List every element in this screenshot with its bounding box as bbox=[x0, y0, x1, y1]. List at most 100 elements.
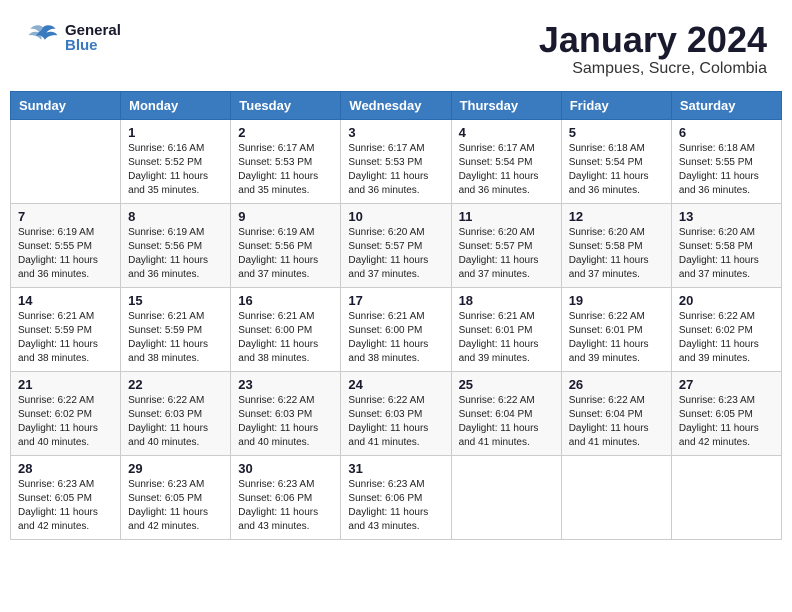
calendar-cell: 9 Sunrise: 6:19 AM Sunset: 5:56 PM Daylig… bbox=[231, 203, 341, 287]
calendar-cell: 25Sunrise: 6:22 AM Sunset: 6:04 PM Dayli… bbox=[451, 371, 561, 455]
day-number: 3 bbox=[348, 125, 443, 140]
calendar-cell: 8 Sunrise: 6:19 AM Sunset: 5:56 PM Daylig… bbox=[121, 203, 231, 287]
calendar-cell: 22Sunrise: 6:22 AM Sunset: 6:03 PM Dayli… bbox=[121, 371, 231, 455]
day-info: Sunrise: 6:22 AM Sunset: 6:03 PM Dayligh… bbox=[348, 394, 443, 450]
day-info: Sunrise: 6:23 AM Sunset: 6:05 PM Dayligh… bbox=[679, 394, 774, 450]
calendar-cell: 27 Sunrise: 6:23 AM Sunset: 6:05 PM Dayli… bbox=[671, 371, 781, 455]
day-number: 22 bbox=[128, 377, 223, 392]
calendar-cell: 10Sunrise: 6:20 AM Sunset: 5:57 PM Dayli… bbox=[341, 203, 451, 287]
day-number: 17 bbox=[348, 293, 443, 308]
calendar-cell bbox=[671, 455, 781, 539]
day-info: Sunrise: 6:17 AM Sunset: 5:53 PM Dayligh… bbox=[348, 142, 443, 198]
day-number: 16 bbox=[238, 293, 333, 308]
day-number: 19 bbox=[569, 293, 664, 308]
day-info: Sunrise: 6:18 AM Sunset: 5:54 PM Dayligh… bbox=[569, 142, 664, 198]
day-number: 27 bbox=[679, 377, 774, 392]
calendar-cell: 14 Sunrise: 6:21 AM Sunset: 5:59 PM Dayli… bbox=[11, 287, 121, 371]
day-number: 29 bbox=[128, 461, 223, 476]
day-number: 23 bbox=[238, 377, 333, 392]
day-number: 26 bbox=[569, 377, 664, 392]
calendar-cell: 17 Sunrise: 6:21 AM Sunset: 6:00 PM Dayli… bbox=[341, 287, 451, 371]
day-number: 6 bbox=[679, 125, 774, 140]
calendar-cell: 7 Sunrise: 6:19 AM Sunset: 5:55 PM Daylig… bbox=[11, 203, 121, 287]
day-number: 14 bbox=[18, 293, 113, 308]
calendar-cell: 28 Sunrise: 6:23 AM Sunset: 6:05 PM Dayli… bbox=[11, 455, 121, 539]
day-info: Sunrise: 6:16 AM Sunset: 5:52 PM Dayligh… bbox=[128, 142, 223, 198]
day-number: 28 bbox=[18, 461, 113, 476]
day-info: Sunrise: 6:23 AM Sunset: 6:06 PM Dayligh… bbox=[238, 478, 333, 534]
weekday-header-saturday: Saturday bbox=[671, 91, 781, 119]
calendar-header: SundayMondayTuesdayWednesdayThursdayFrid… bbox=[11, 91, 782, 119]
weekday-header-friday: Friday bbox=[561, 91, 671, 119]
week-row-3: 14 Sunrise: 6:21 AM Sunset: 5:59 PM Dayli… bbox=[11, 287, 782, 371]
day-number: 1 bbox=[128, 125, 223, 140]
day-info: Sunrise: 6:22 AM Sunset: 6:04 PM Dayligh… bbox=[459, 394, 554, 450]
weekday-header-row: SundayMondayTuesdayWednesdayThursdayFrid… bbox=[11, 91, 782, 119]
calendar-cell: 21Sunrise: 6:22 AM Sunset: 6:02 PM Dayli… bbox=[11, 371, 121, 455]
day-number: 11 bbox=[459, 209, 554, 224]
day-info: Sunrise: 6:18 AM Sunset: 5:55 PM Dayligh… bbox=[679, 142, 774, 198]
weekday-header-monday: Monday bbox=[121, 91, 231, 119]
calendar-cell bbox=[11, 119, 121, 203]
logo-general-text: General bbox=[65, 23, 121, 38]
day-info: Sunrise: 6:20 AM Sunset: 5:58 PM Dayligh… bbox=[569, 226, 664, 282]
calendar-cell: 30 Sunrise: 6:23 AM Sunset: 6:06 PM Dayli… bbox=[231, 455, 341, 539]
day-info: Sunrise: 6:22 AM Sunset: 6:01 PM Dayligh… bbox=[569, 310, 664, 366]
calendar-cell: 26Sunrise: 6:22 AM Sunset: 6:04 PM Dayli… bbox=[561, 371, 671, 455]
week-row-1: 1 Sunrise: 6:16 AM Sunset: 5:52 PM Daylig… bbox=[11, 119, 782, 203]
day-number: 20 bbox=[679, 293, 774, 308]
day-info: Sunrise: 6:21 AM Sunset: 6:00 PM Dayligh… bbox=[348, 310, 443, 366]
day-info: Sunrise: 6:22 AM Sunset: 6:03 PM Dayligh… bbox=[238, 394, 333, 450]
calendar-cell: 11 Sunrise: 6:20 AM Sunset: 5:57 PM Dayli… bbox=[451, 203, 561, 287]
logo-icon bbox=[25, 20, 61, 56]
day-info: Sunrise: 6:19 AM Sunset: 5:56 PM Dayligh… bbox=[128, 226, 223, 282]
calendar-cell: 4 Sunrise: 6:17 AM Sunset: 5:54 PM Daylig… bbox=[451, 119, 561, 203]
day-number: 4 bbox=[459, 125, 554, 140]
week-row-4: 21Sunrise: 6:22 AM Sunset: 6:02 PM Dayli… bbox=[11, 371, 782, 455]
day-number: 30 bbox=[238, 461, 333, 476]
day-info: Sunrise: 6:21 AM Sunset: 5:59 PM Dayligh… bbox=[18, 310, 113, 366]
day-number: 7 bbox=[18, 209, 113, 224]
day-number: 24 bbox=[348, 377, 443, 392]
calendar-cell: 3 Sunrise: 6:17 AM Sunset: 5:53 PM Daylig… bbox=[341, 119, 451, 203]
day-number: 12 bbox=[569, 209, 664, 224]
day-info: Sunrise: 6:20 AM Sunset: 5:58 PM Dayligh… bbox=[679, 226, 774, 282]
week-row-2: 7 Sunrise: 6:19 AM Sunset: 5:55 PM Daylig… bbox=[11, 203, 782, 287]
calendar-cell: 12 Sunrise: 6:20 AM Sunset: 5:58 PM Dayli… bbox=[561, 203, 671, 287]
day-info: Sunrise: 6:21 AM Sunset: 5:59 PM Dayligh… bbox=[128, 310, 223, 366]
page-header: General Blue January 2024 Sampues, Sucre… bbox=[10, 10, 782, 83]
calendar-cell: 23 Sunrise: 6:22 AM Sunset: 6:03 PM Dayli… bbox=[231, 371, 341, 455]
calendar-body: 1 Sunrise: 6:16 AM Sunset: 5:52 PM Daylig… bbox=[11, 119, 782, 539]
calendar-cell bbox=[561, 455, 671, 539]
location: Sampues, Sucre, Colombia bbox=[539, 60, 767, 78]
day-number: 21 bbox=[18, 377, 113, 392]
calendar-cell: 6 Sunrise: 6:18 AM Sunset: 5:55 PM Daylig… bbox=[671, 119, 781, 203]
day-number: 13 bbox=[679, 209, 774, 224]
day-number: 15 bbox=[128, 293, 223, 308]
calendar-cell: 31 Sunrise: 6:23 AM Sunset: 6:06 PM Dayli… bbox=[341, 455, 451, 539]
weekday-header-wednesday: Wednesday bbox=[341, 91, 451, 119]
weekday-header-sunday: Sunday bbox=[11, 91, 121, 119]
day-info: Sunrise: 6:23 AM Sunset: 6:06 PM Dayligh… bbox=[348, 478, 443, 534]
calendar-table: SundayMondayTuesdayWednesdayThursdayFrid… bbox=[10, 91, 782, 540]
week-row-5: 28 Sunrise: 6:23 AM Sunset: 6:05 PM Dayli… bbox=[11, 455, 782, 539]
day-number: 9 bbox=[238, 209, 333, 224]
day-info: Sunrise: 6:20 AM Sunset: 5:57 PM Dayligh… bbox=[459, 226, 554, 282]
day-info: Sunrise: 6:17 AM Sunset: 5:54 PM Dayligh… bbox=[459, 142, 554, 198]
calendar-cell: 29 Sunrise: 6:23 AM Sunset: 6:05 PM Dayli… bbox=[121, 455, 231, 539]
day-info: Sunrise: 6:23 AM Sunset: 6:05 PM Dayligh… bbox=[128, 478, 223, 534]
day-number: 31 bbox=[348, 461, 443, 476]
day-info: Sunrise: 6:19 AM Sunset: 5:55 PM Dayligh… bbox=[18, 226, 113, 282]
day-info: Sunrise: 6:21 AM Sunset: 6:00 PM Dayligh… bbox=[238, 310, 333, 366]
day-info: Sunrise: 6:17 AM Sunset: 5:53 PM Dayligh… bbox=[238, 142, 333, 198]
calendar-cell: 1 Sunrise: 6:16 AM Sunset: 5:52 PM Daylig… bbox=[121, 119, 231, 203]
day-number: 8 bbox=[128, 209, 223, 224]
day-info: Sunrise: 6:21 AM Sunset: 6:01 PM Dayligh… bbox=[459, 310, 554, 366]
logo-name: General Blue bbox=[65, 23, 121, 53]
calendar-cell: 16 Sunrise: 6:21 AM Sunset: 6:00 PM Dayli… bbox=[231, 287, 341, 371]
calendar-cell: 15 Sunrise: 6:21 AM Sunset: 5:59 PM Dayli… bbox=[121, 287, 231, 371]
day-info: Sunrise: 6:19 AM Sunset: 5:56 PM Dayligh… bbox=[238, 226, 333, 282]
day-info: Sunrise: 6:23 AM Sunset: 6:05 PM Dayligh… bbox=[18, 478, 113, 534]
weekday-header-thursday: Thursday bbox=[451, 91, 561, 119]
day-number: 5 bbox=[569, 125, 664, 140]
